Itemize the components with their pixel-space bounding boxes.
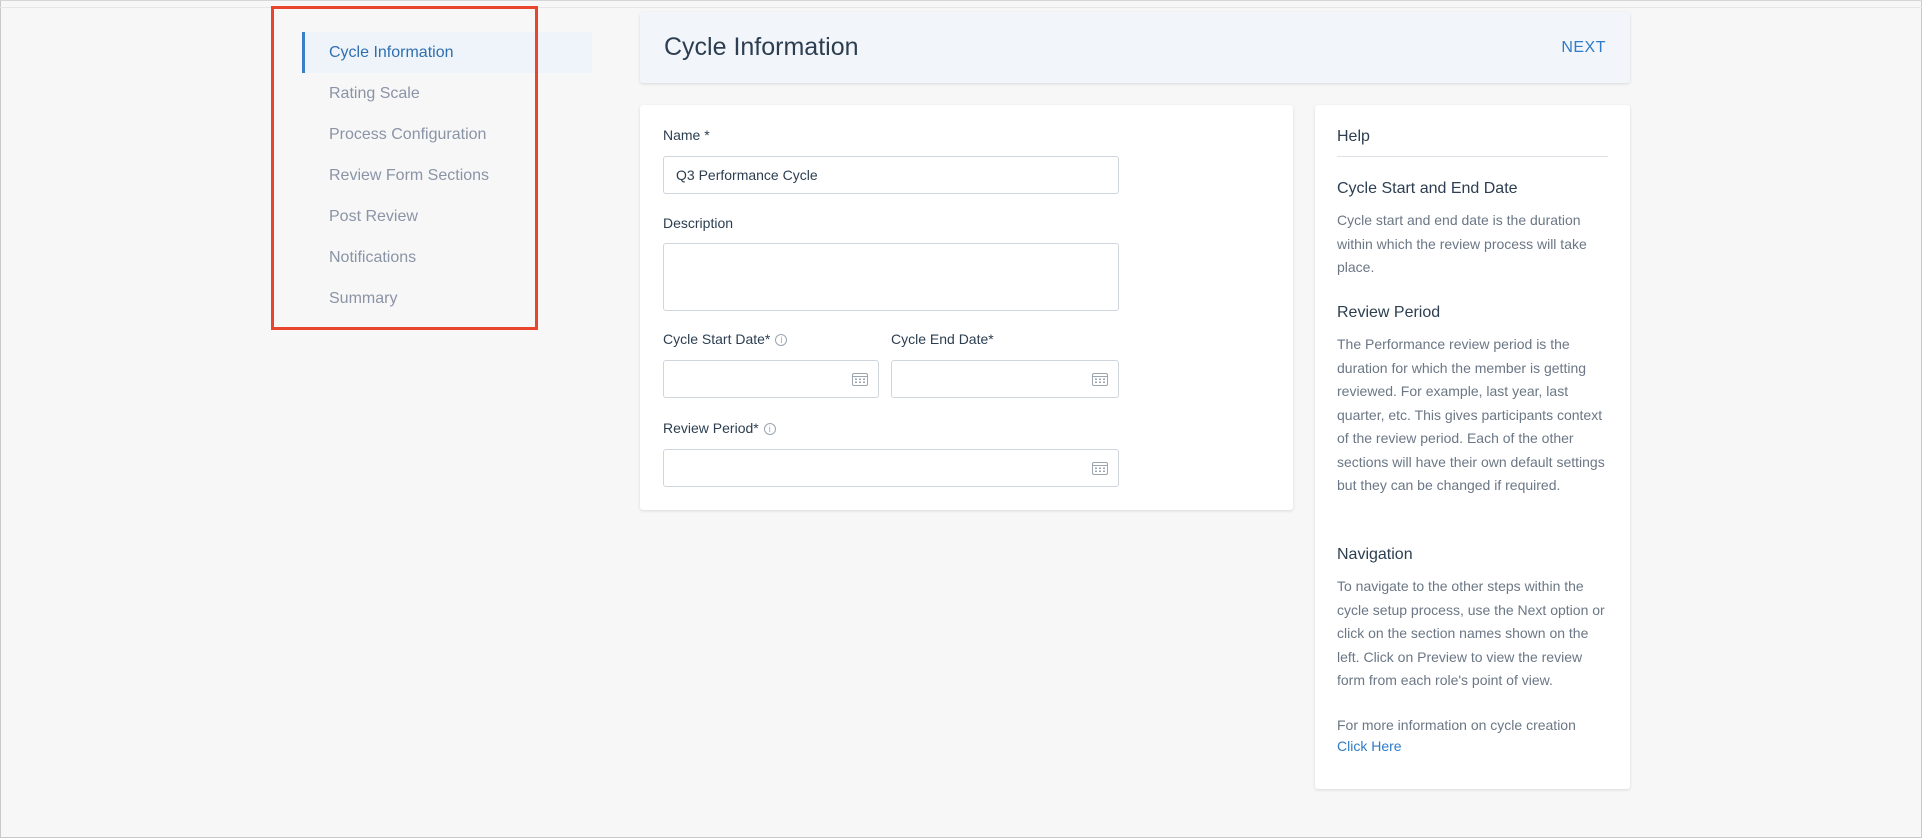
help-title: Help xyxy=(1337,128,1370,145)
sidebar-item-notifications[interactable]: Notifications xyxy=(302,237,592,278)
sidebar-nav: Cycle Information Rating Scale Process C… xyxy=(302,32,592,319)
info-icon[interactable]: i xyxy=(775,334,788,346)
click-here-link[interactable]: Click Here xyxy=(1337,738,1402,754)
review-period-field[interactable] xyxy=(663,449,1119,487)
page-header: Cycle Information NEXT xyxy=(640,12,1630,83)
sidebar-item-label: Summary xyxy=(329,289,398,307)
help-text-navigation: To navigate to the other steps within th… xyxy=(1337,578,1605,688)
end-date-field[interactable] xyxy=(891,360,1119,398)
help-heading-cycle-dates: Cycle Start and End Date xyxy=(1337,180,1518,197)
sidebar-item-review-form-sections[interactable]: Review Form Sections xyxy=(302,155,592,196)
help-text-cycle-dates: Cycle start and end date is the duration… xyxy=(1337,212,1587,275)
info-icon[interactable]: i xyxy=(763,423,776,435)
help-heading-review-period: Review Period xyxy=(1337,304,1441,321)
description-field-wrapper xyxy=(663,243,1119,311)
calendar-icon[interactable] xyxy=(1092,372,1108,386)
help-more-info: For more information on cycle creation xyxy=(1337,717,1576,733)
sidebar-item-label: Review Form Sections xyxy=(329,166,490,184)
review-period-input[interactable] xyxy=(676,460,1106,476)
next-button[interactable]: NEXT xyxy=(1561,39,1606,57)
help-text-review-period: The Performance review period is the dur… xyxy=(1337,336,1605,493)
end-date-label: Cycle End Date* xyxy=(891,331,994,347)
cycle-info-form: Name * Description Cycle Start Date*i Cy… xyxy=(640,105,1293,510)
start-date-input[interactable] xyxy=(676,371,866,387)
sidebar-item-rating-scale[interactable]: Rating Scale xyxy=(302,73,592,114)
name-input[interactable] xyxy=(676,167,1106,183)
end-date-input[interactable] xyxy=(904,371,1106,387)
description-input[interactable] xyxy=(676,252,1106,284)
top-divider xyxy=(0,7,1922,8)
description-label: Description xyxy=(663,215,734,231)
sidebar-item-label: Post Review xyxy=(329,207,418,225)
sidebar-item-label: Cycle Information xyxy=(329,43,454,61)
start-date-label: Cycle Start Date* i xyxy=(663,331,788,347)
sidebar-item-label: Notifications xyxy=(329,248,417,266)
sidebar-item-label: Rating Scale xyxy=(329,84,420,102)
page-title: Cycle Information xyxy=(664,33,859,61)
sidebar-item-label: Process Configuration xyxy=(329,125,487,143)
help-heading-navigation: Navigation xyxy=(1337,546,1413,563)
sidebar-item-process-configuration[interactable]: Process Configuration xyxy=(302,114,592,155)
calendar-icon[interactable] xyxy=(852,372,868,386)
sidebar-item-post-review[interactable]: Post Review xyxy=(302,196,592,237)
help-panel: Help Cycle Start and End Date Cycle star… xyxy=(1315,105,1630,789)
sidebar-item-cycle-information[interactable]: Cycle Information xyxy=(302,32,592,73)
help-divider xyxy=(1337,156,1608,157)
calendar-icon[interactable] xyxy=(1092,461,1108,475)
name-field-wrapper xyxy=(663,156,1119,194)
sidebar-item-summary[interactable]: Summary xyxy=(302,278,592,319)
start-date-field[interactable] xyxy=(663,360,879,398)
review-period-label: Review Period* i xyxy=(663,420,776,436)
name-label: Name * xyxy=(663,127,710,143)
